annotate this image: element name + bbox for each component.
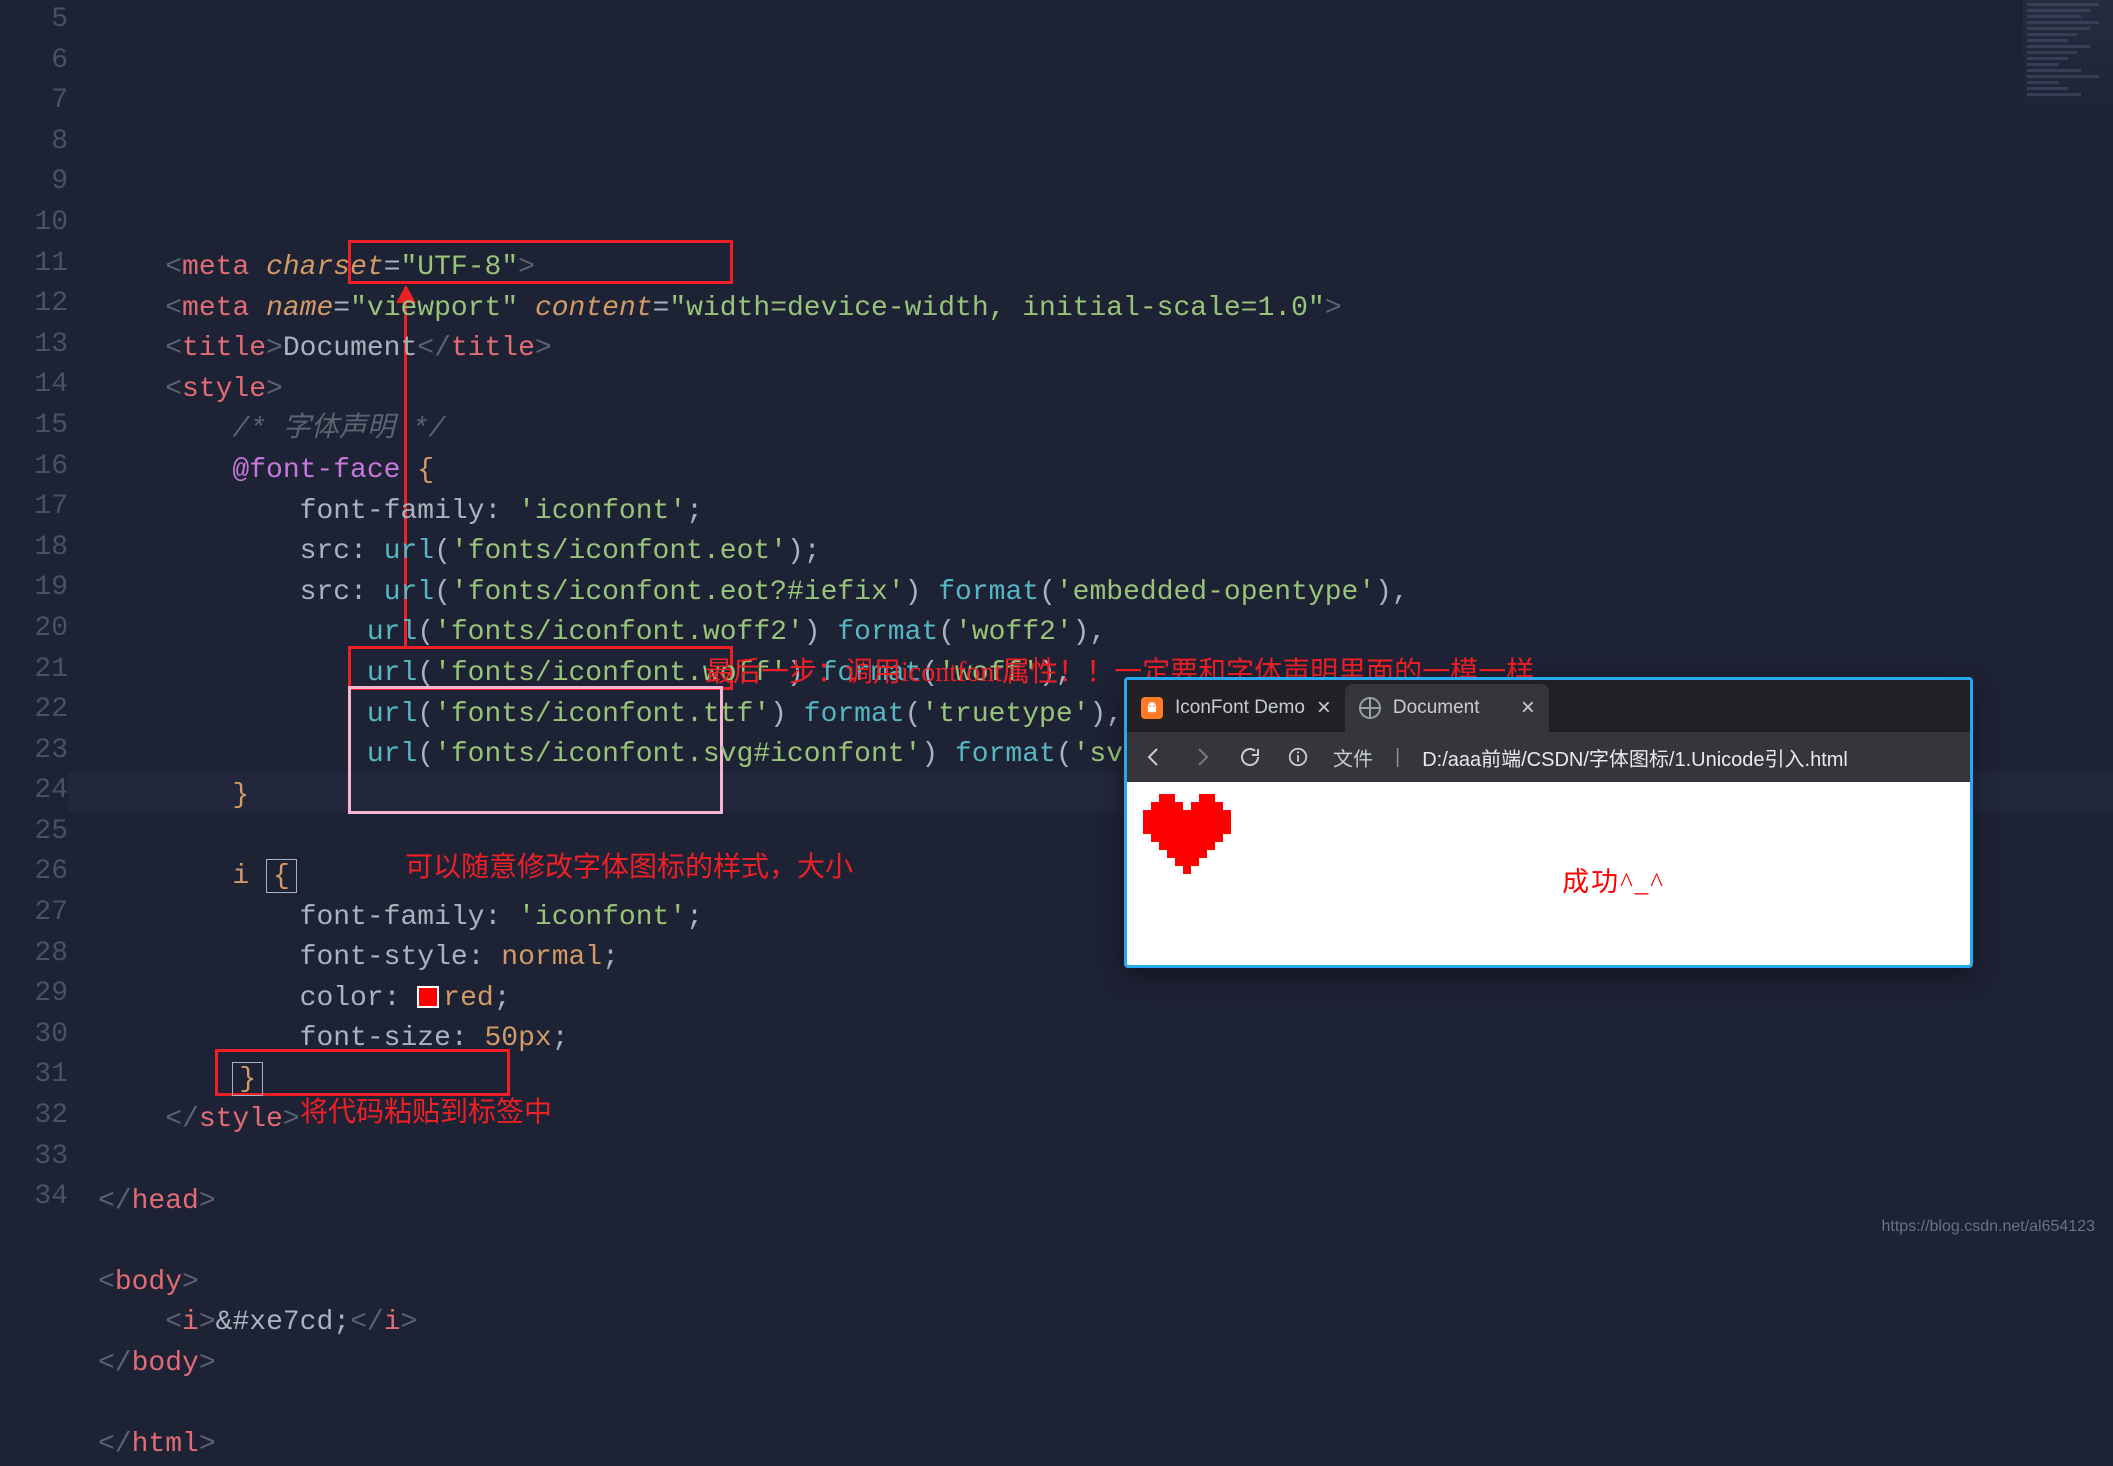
- line-number: 24: [0, 771, 68, 812]
- line-number: 22: [0, 690, 68, 731]
- address-bar-text[interactable]: D:/aaa前端/CSDN/字体图标/1.Unicode引入.html: [1422, 743, 1956, 772]
- browser-viewport: 成功^_^: [1127, 782, 1970, 965]
- code-line[interactable]: [98, 1141, 2113, 1182]
- watermark: https://blog.csdn.net/al654123: [1882, 1218, 2096, 1236]
- line-number: 32: [0, 1096, 68, 1137]
- browser-tabstrip: IconFont Demo × Document ×: [1127, 680, 1970, 732]
- line-number: 12: [0, 284, 68, 325]
- line-number: 30: [0, 1015, 68, 1056]
- line-number: 16: [0, 447, 68, 488]
- code-line[interactable]: @font-face {: [98, 451, 2113, 492]
- line-number: 23: [0, 731, 68, 772]
- minimap[interactable]: [2023, 0, 2113, 130]
- code-line[interactable]: font-size: 50px;: [98, 1019, 2113, 1060]
- code-line[interactable]: url('fonts/iconfont.woff2') format('woff…: [98, 613, 2113, 654]
- line-number: 6: [0, 41, 68, 82]
- info-icon[interactable]: [1285, 744, 1311, 770]
- line-number: 26: [0, 852, 68, 893]
- code-line[interactable]: </html>: [98, 1425, 2113, 1466]
- globe-icon: [1359, 697, 1381, 719]
- line-number: 21: [0, 650, 68, 691]
- code-line[interactable]: font-family: 'iconfont';: [98, 492, 2113, 533]
- address-prefix: 文件: [1333, 743, 1373, 772]
- browser-tab-document[interactable]: Document ×: [1345, 684, 1549, 732]
- back-icon[interactable]: [1141, 744, 1167, 770]
- line-number: 15: [0, 406, 68, 447]
- line-number: 13: [0, 325, 68, 366]
- line-number: 28: [0, 934, 68, 975]
- line-number: 34: [0, 1177, 68, 1218]
- line-number: 10: [0, 203, 68, 244]
- code-area[interactable]: <meta charset="UTF-8"> <meta name="viewp…: [68, 0, 2113, 1246]
- close-icon[interactable]: ×: [1521, 694, 1535, 722]
- code-line[interactable]: </body>: [98, 1344, 2113, 1385]
- close-icon[interactable]: ×: [1317, 694, 1331, 722]
- code-line[interactable]: <i>&#xe7cd;</i>: [98, 1303, 2113, 1344]
- line-number: 19: [0, 568, 68, 609]
- line-number: 20: [0, 609, 68, 650]
- code-line[interactable]: <body>: [98, 1263, 2113, 1304]
- line-number-gutter: 5678910111213141516171819202122232425262…: [0, 0, 68, 1246]
- line-number: 7: [0, 81, 68, 122]
- code-editor[interactable]: 5678910111213141516171819202122232425262…: [0, 0, 2113, 1246]
- code-line[interactable]: <meta name="viewport" content="width=dev…: [98, 289, 2113, 330]
- line-number: 14: [0, 365, 68, 406]
- code-line[interactable]: [98, 1385, 2113, 1426]
- code-line[interactable]: color: red;: [98, 979, 2113, 1020]
- line-number: 17: [0, 487, 68, 528]
- annotation-style-note: 可以随意修改字体图标的样式，大小: [405, 845, 853, 885]
- line-number: 27: [0, 893, 68, 934]
- browser-toolbar: 文件 | D:/aaa前端/CSDN/字体图标/1.Unicode引入.html: [1127, 732, 1970, 782]
- browser-preview: IconFont Demo × Document × 文件 | D:/aaa前端…: [1124, 677, 1973, 968]
- code-line[interactable]: <style>: [98, 370, 2113, 411]
- line-number: 33: [0, 1137, 68, 1178]
- line-number: 31: [0, 1055, 68, 1096]
- line-number: 18: [0, 528, 68, 569]
- address-separator: |: [1395, 746, 1400, 769]
- line-number: 11: [0, 244, 68, 285]
- tab-title: Document: [1393, 697, 1480, 719]
- code-line[interactable]: src: url('fonts/iconfont.eot?#iefix') fo…: [98, 573, 2113, 614]
- code-line[interactable]: </head>: [98, 1182, 2113, 1223]
- line-number: 29: [0, 974, 68, 1015]
- tab-favicon-iconfont: [1141, 697, 1163, 719]
- code-line[interactable]: src: url('fonts/iconfont.eot');: [98, 532, 2113, 573]
- code-line[interactable]: <title>Document</title>: [98, 329, 2113, 370]
- line-number: 8: [0, 122, 68, 163]
- ghost-icon: [1145, 701, 1159, 715]
- annotation-paste-note: 将代码粘贴到标签中: [300, 1090, 552, 1130]
- code-line[interactable]: [98, 1222, 2113, 1263]
- browser-tab-iconfont[interactable]: IconFont Demo ×: [1127, 684, 1345, 732]
- code-line[interactable]: <meta charset="UTF-8">: [98, 248, 2113, 289]
- code-line[interactable]: /* 字体声明 */: [98, 410, 2113, 451]
- reload-icon[interactable]: [1237, 744, 1263, 770]
- success-text: 成功^_^: [1287, 860, 1940, 899]
- line-number: 9: [0, 162, 68, 203]
- tab-title: IconFont Demo: [1175, 697, 1305, 719]
- line-number: 5: [0, 0, 68, 41]
- line-number: 25: [0, 812, 68, 853]
- forward-icon[interactable]: [1189, 744, 1215, 770]
